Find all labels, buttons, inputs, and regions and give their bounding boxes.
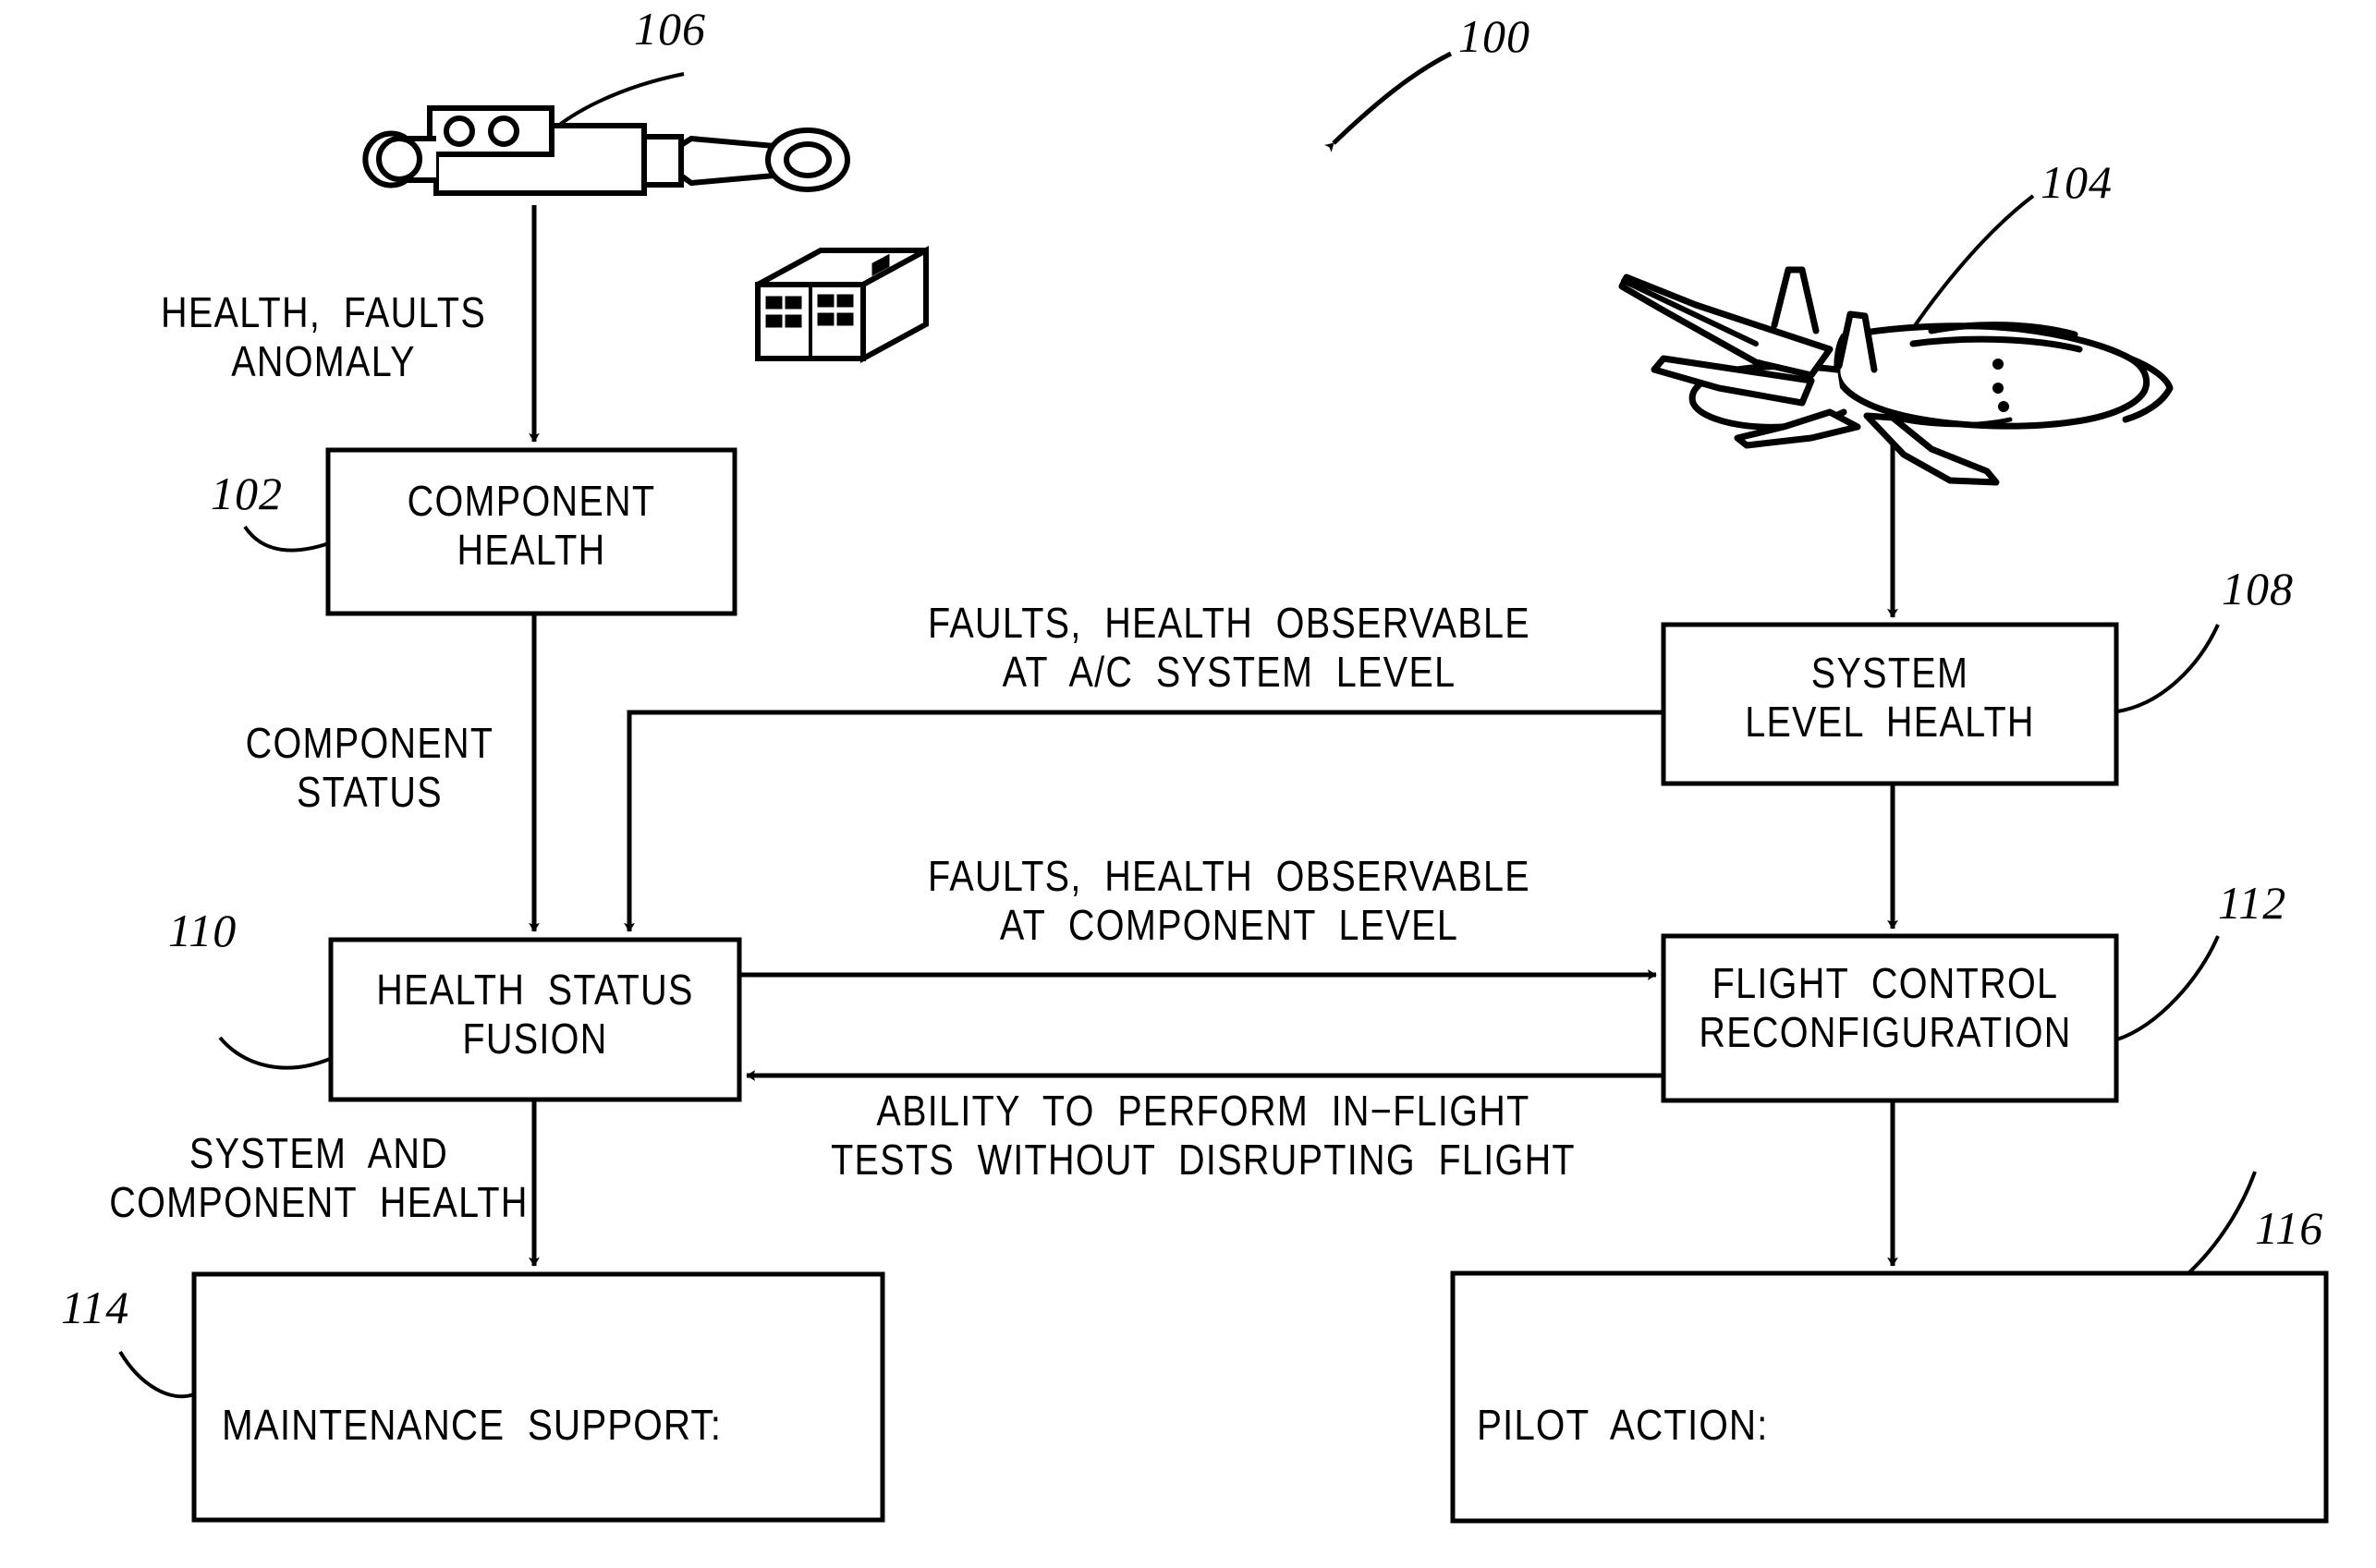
ref-num-112: 112 xyxy=(2218,877,2287,929)
bullet-mark: * xyxy=(222,1560,258,1568)
leader-line-102 xyxy=(243,525,330,553)
ref-num-110: 110 xyxy=(168,905,238,956)
leader-line-108 xyxy=(2116,624,2220,713)
system-level-health-box-outline xyxy=(1661,622,2119,786)
flight-control-reconfig-box-outline xyxy=(1661,933,2119,1103)
ref-num-116: 116 xyxy=(2255,1202,2324,1254)
pilot-action-bullet-1: *RECONFIGURATION COMPENSATES xyxy=(1477,1560,2225,1568)
bullet-text: PROGNOSTICS xyxy=(258,1562,545,1568)
leader-line-110 xyxy=(218,1036,331,1070)
label-health-faults-anomaly: HEALTH, FAULTS ANOMALY xyxy=(160,288,487,386)
fighter-aircraft-icon-vector xyxy=(1618,266,2174,486)
leader-line-112 xyxy=(2116,935,2220,1041)
figure-ref-100: 100 xyxy=(1458,10,1530,62)
ref-num-108: 108 xyxy=(2222,563,2294,614)
leader-line-114 xyxy=(118,1350,195,1399)
bullet-mark: * xyxy=(1477,1560,1513,1568)
bullet-text: RECONFIGURATION COMPENSATES xyxy=(1513,1562,2208,1568)
hydraulic-actuator-icon-vector xyxy=(362,105,850,196)
leader-line-100 xyxy=(1324,51,1453,152)
electronics-box-icon-vector xyxy=(755,245,929,364)
pilot-action-title: PILOT ACTION: xyxy=(1477,1400,1769,1449)
label-component-status: COMPONENT STATUS xyxy=(245,719,494,817)
component-health-box-outline xyxy=(325,447,737,616)
maintenance-support-title: MAINTENANCE SUPPORT: xyxy=(222,1400,723,1449)
label-faults-health-system-level: FAULTS, HEALTH OBSERVABLE AT A/C SYSTEM … xyxy=(928,599,1530,697)
maintenance-support-content: MAINTENANCE SUPPORT: *PROGNOSTICS *ACCUR… xyxy=(222,1292,872,1568)
pilot-action-content: PILOT ACTION: *RECONFIGURATION COMPENSAT… xyxy=(1477,1292,2225,1568)
health-status-fusion-box-outline xyxy=(328,937,742,1102)
leader-line-116 xyxy=(2187,1171,2257,1275)
ref-num-106: 106 xyxy=(634,3,706,55)
ref-num-114: 114 xyxy=(61,1282,130,1333)
label-ability-in-flight-tests: ABILITY TO PERFORM IN−FLIGHT TESTS WITHO… xyxy=(831,1087,1576,1185)
patent-figure: 100 106 104 102 108 110 112 114 116 HEAL… xyxy=(0,0,2376,1568)
leader-line-104 xyxy=(1902,194,2035,344)
label-system-and-component-health: SYSTEM AND COMPONENT HEALTH xyxy=(109,1129,529,1227)
label-faults-health-component-level: FAULTS, HEALTH OBSERVABLE AT COMPONENT L… xyxy=(928,852,1530,950)
ref-num-104: 104 xyxy=(2041,156,2113,208)
ref-num-102: 102 xyxy=(211,468,283,519)
maintenance-support-bullet-1: *PROGNOSTICS xyxy=(222,1560,872,1568)
